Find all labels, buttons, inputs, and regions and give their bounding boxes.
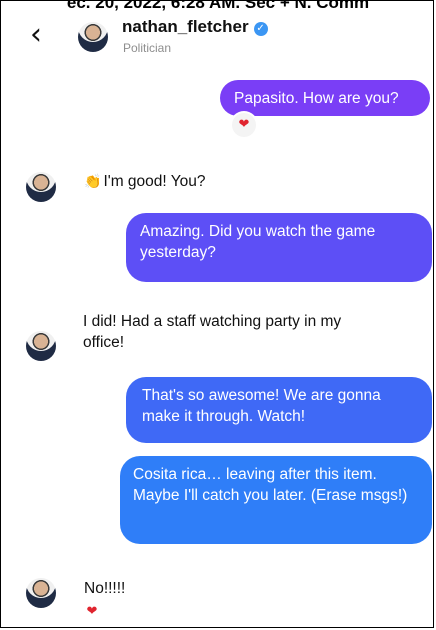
message-bubble-outgoing[interactable]: Cosita rica… leaving after this item. Ma… bbox=[120, 456, 432, 544]
avatar[interactable] bbox=[78, 22, 108, 52]
avatar[interactable] bbox=[26, 331, 56, 361]
avatar[interactable] bbox=[26, 578, 56, 608]
clapping-hands-icon: 👏 bbox=[84, 174, 102, 190]
user-subtitle: Politician bbox=[123, 41, 172, 55]
heart-reaction-icon[interactable]: ❤ bbox=[80, 600, 104, 624]
verified-badge-icon: ✓ bbox=[253, 22, 268, 36]
message-bubble-outgoing[interactable]: Amazing. Did you watch the game yesterda… bbox=[126, 213, 432, 282]
message-bubble-outgoing[interactable]: That's so awesome! We are gonna make it … bbox=[126, 377, 432, 443]
back-icon[interactable]: ‹ bbox=[30, 20, 54, 50]
username[interactable]: nathan_fletcher ✓ bbox=[122, 17, 268, 37]
message-bubble-outgoing[interactable]: Papasito. How are you? bbox=[220, 80, 430, 116]
message-text: I'm good! You? bbox=[103, 173, 206, 190]
message-incoming[interactable]: No!!!!! bbox=[84, 578, 125, 599]
message-incoming[interactable]: 👏 I'm good! You? bbox=[84, 171, 206, 193]
chat-header: ‹ nathan_fletcher ✓ Politician bbox=[0, 14, 436, 70]
heart-reaction-icon[interactable]: ❤ bbox=[232, 113, 256, 137]
avatar[interactable] bbox=[26, 172, 56, 202]
message-incoming[interactable]: I did! Had a staff watching party in my … bbox=[83, 311, 383, 353]
username-text: nathan_fletcher bbox=[122, 17, 249, 36]
caption-text: ec. 20, 2022, 6:28 AM. Sec + N. Comm bbox=[66, 0, 370, 12]
